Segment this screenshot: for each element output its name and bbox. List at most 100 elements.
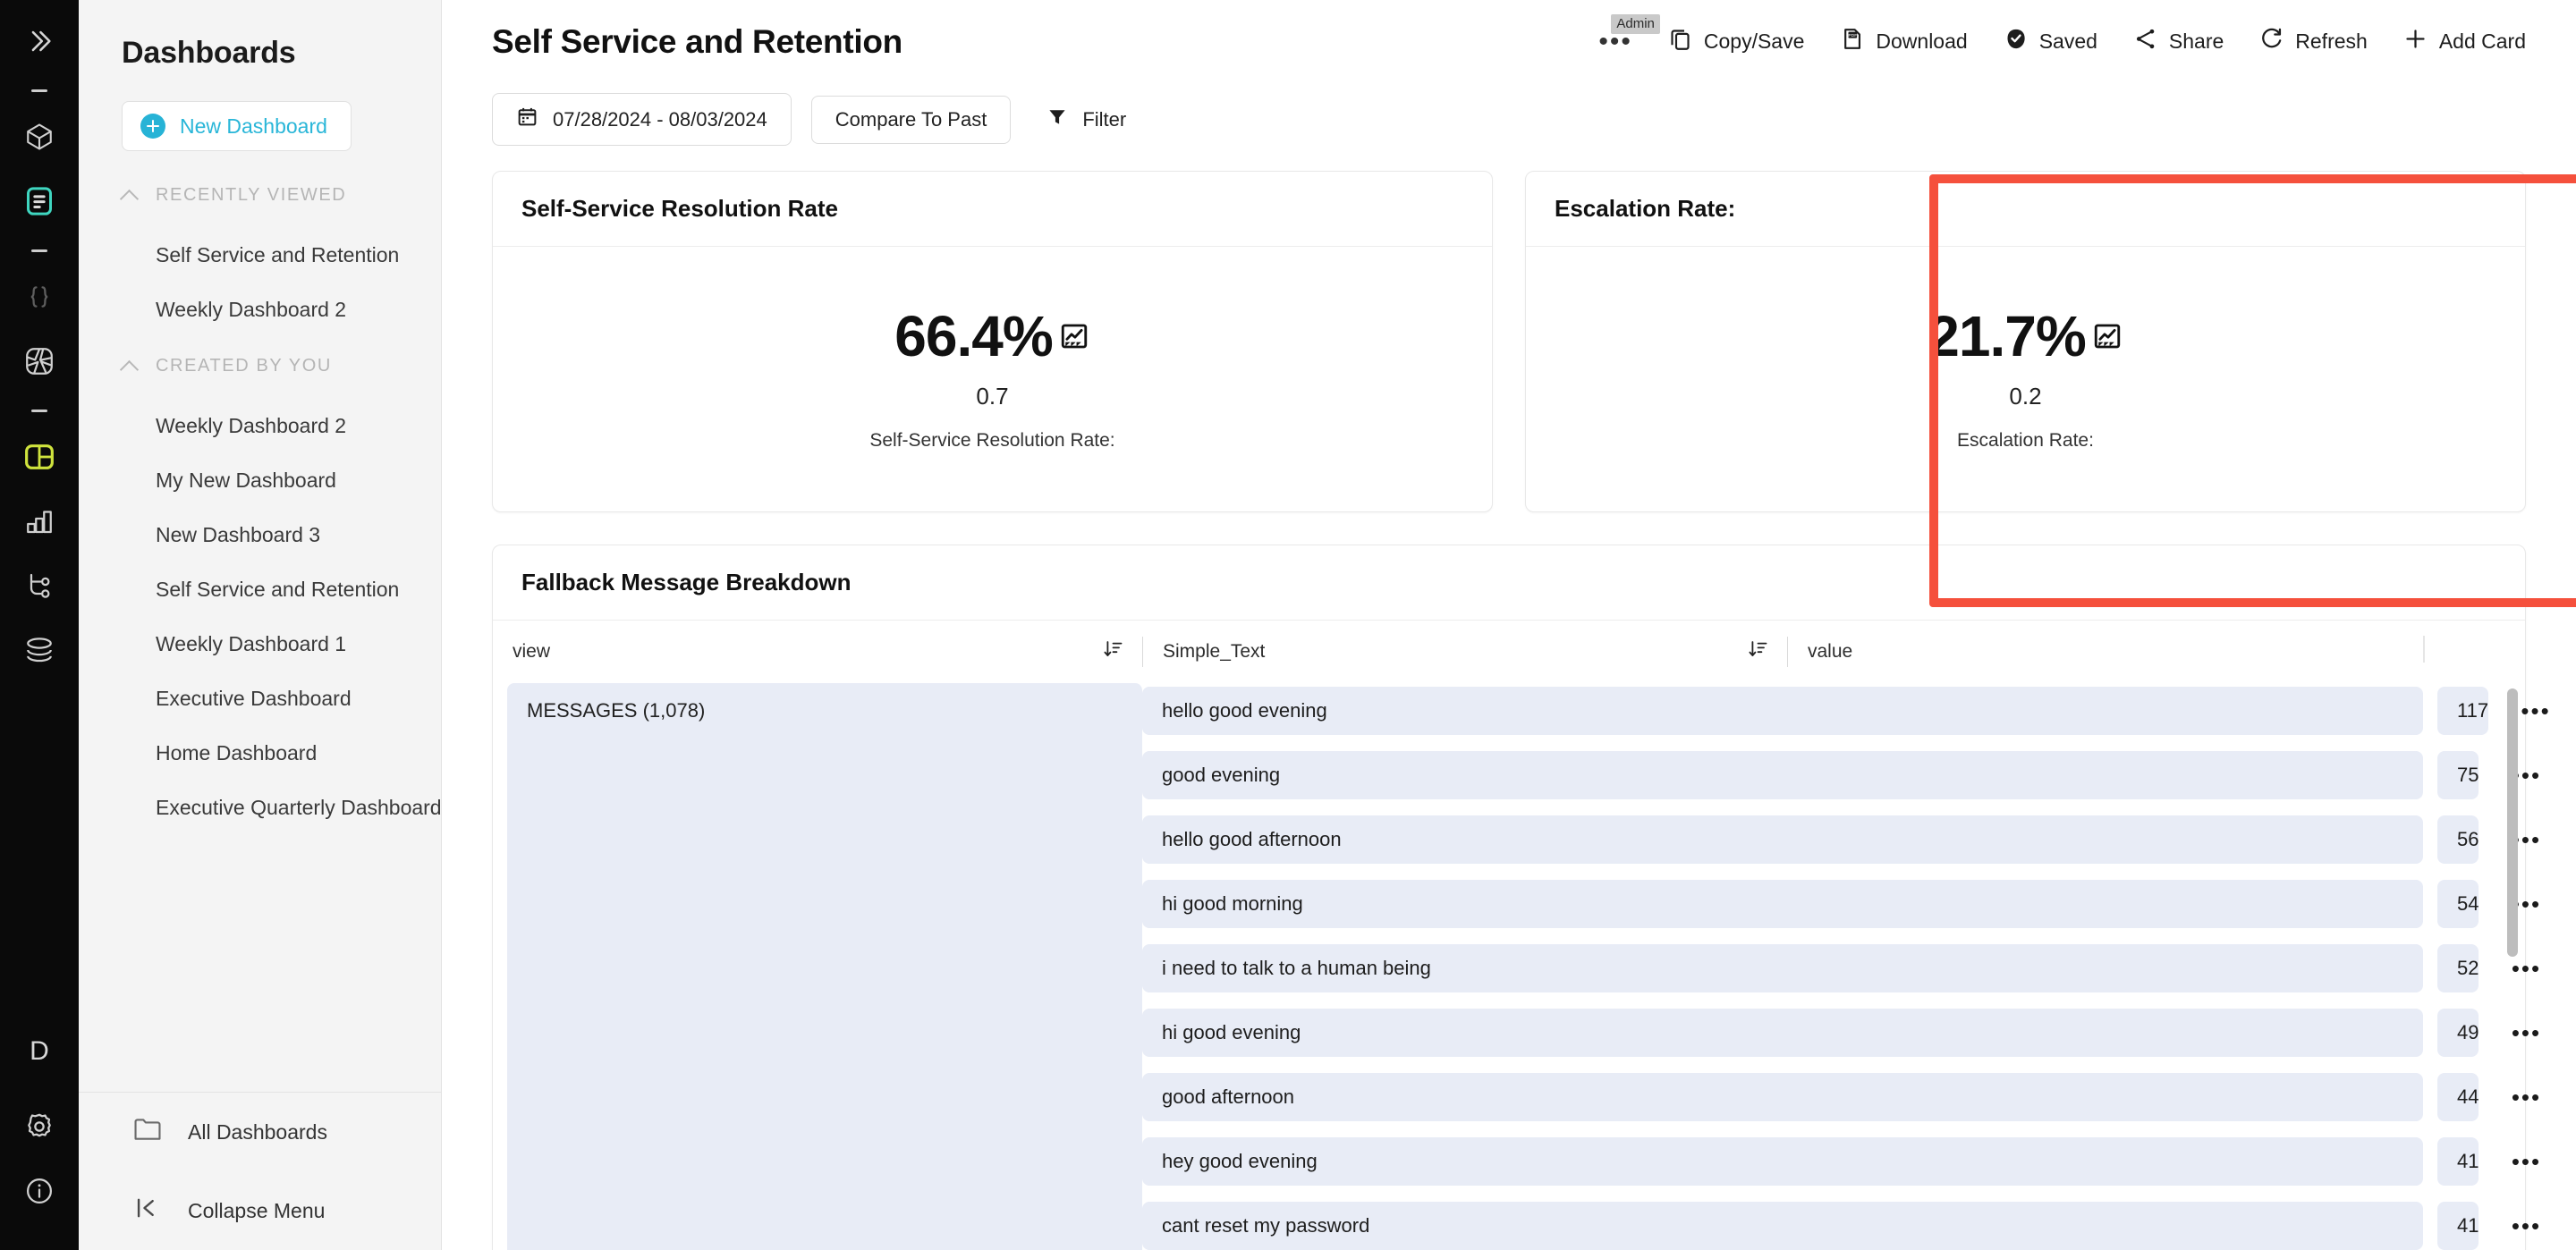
cell-simple-text: hi good evening	[1142, 1009, 2423, 1057]
table-row[interactable]: good afternoon 44 •••	[1142, 1069, 2539, 1125]
pdf-download-icon: PDF	[1840, 27, 1864, 56]
kpi-card-escalation-rate[interactable]: Escalation Rate: 21.7% 0.2 Escalation Ra…	[1525, 171, 2526, 512]
kpi-sub-value: 0.2	[2009, 382, 2042, 410]
sidebar-item-created-7[interactable]: Executive Quarterly Dashboard	[79, 796, 441, 820]
sidebar-item-created-0[interactable]: Weekly Dashboard 2	[79, 414, 441, 438]
plus-icon	[140, 114, 165, 139]
row-menu-icon[interactable]: •••	[2493, 1021, 2559, 1044]
table-row[interactable]: hey good evening 41 •••	[1142, 1134, 2539, 1189]
sidebar-item-created-4[interactable]: Weekly Dashboard 1	[79, 632, 441, 656]
filter-icon	[1046, 106, 1068, 133]
row-menu-icon[interactable]: •••	[2493, 892, 2559, 916]
avatar[interactable]: D	[11, 1023, 68, 1080]
sidebar-item-created-2[interactable]: New Dashboard 3	[79, 523, 441, 547]
layers-icon[interactable]	[11, 621, 68, 679]
column-resize-handle[interactable]	[2421, 634, 2427, 670]
section-label-created-by-you: CREATED BY YOU	[156, 356, 332, 376]
braces-icon[interactable]	[11, 268, 68, 325]
filter-bar: 07/28/2024 - 08/03/2024 Compare To Past …	[492, 61, 2526, 146]
table-row[interactable]: i need to talk to a human being 52 •••	[1142, 941, 2539, 996]
main-content: Self Service and Retention Admin ••• Cop…	[442, 0, 2576, 1250]
more-options-button[interactable]: Admin •••	[1598, 13, 1660, 55]
table-row[interactable]: hi good evening 49 •••	[1142, 1005, 2539, 1060]
filter-button[interactable]: Filter	[1030, 106, 1126, 133]
saved-label: Saved	[2038, 30, 2097, 53]
table-row[interactable]: good evening 75 •••	[1142, 747, 2539, 803]
row-menu-icon[interactable]: •••	[2493, 957, 2559, 980]
fallback-message-breakdown-card: Fallback Message Breakdown view Simple_T…	[492, 545, 2549, 1250]
sidebar-item-recent-0[interactable]: Self Service and Retention	[79, 243, 441, 267]
trend-chart-icon[interactable]	[1058, 320, 1090, 352]
row-menu-icon[interactable]: •••	[2493, 764, 2559, 787]
all-dashboards-button[interactable]: All Dashboards	[79, 1093, 441, 1171]
refresh-button[interactable]: Refresh	[2259, 27, 2368, 56]
column-header-value[interactable]: value	[1788, 621, 2445, 682]
filter-label: Filter	[1082, 107, 1127, 131]
sidebar-item-created-3[interactable]: Self Service and Retention	[79, 578, 441, 602]
info-icon[interactable]	[11, 1162, 68, 1220]
cube-icon[interactable]	[11, 108, 68, 165]
table-scrollbar[interactable]	[2507, 688, 2518, 1189]
new-dashboard-button[interactable]: New Dashboard	[122, 101, 352, 151]
kpi-card-self-service[interactable]: Self-Service Resolution Rate 66.4% 0.7 S…	[492, 171, 1493, 512]
share-button[interactable]: Share	[2133, 27, 2224, 56]
sidebar-item-created-6[interactable]: Home Dashboard	[79, 741, 441, 765]
table-row[interactable]: hello good afternoon 56 •••	[1142, 812, 2539, 867]
document-icon[interactable]	[11, 173, 68, 230]
cell-value: 52	[2437, 944, 2479, 992]
column-header-simple-text[interactable]: Simple_Text	[1143, 621, 1787, 682]
sidebar-section-created-by-you[interactable]: CREATED BY YOU	[79, 322, 441, 376]
dashboard-icon[interactable]	[11, 428, 68, 486]
main-header: Self Service and Retention Admin ••• Cop…	[442, 0, 2576, 146]
table-header-row: view Simple_Text value	[493, 621, 2525, 683]
all-dashboards-label: All Dashboards	[188, 1119, 327, 1144]
column-header-view[interactable]: view	[493, 621, 1142, 682]
table-scrollbar-thumb[interactable]	[2507, 688, 2518, 957]
share-icon	[2133, 27, 2157, 56]
cell-value: 75	[2437, 751, 2479, 799]
kpi-card-body: 21.7% 0.2 Escalation Rate:	[1526, 247, 2525, 511]
download-button[interactable]: PDF Download	[1840, 27, 1968, 56]
flow-icon[interactable]	[11, 557, 68, 614]
cell-simple-text: good evening	[1142, 751, 2423, 799]
chevron-up-icon	[122, 188, 138, 204]
table-row[interactable]: cant reset my password 41 •••	[1142, 1198, 2539, 1250]
column-header-view-label: view	[513, 640, 551, 662]
row-menu-icon[interactable]: •••	[2493, 1214, 2559, 1237]
sort-descending-icon[interactable]	[1748, 638, 1769, 665]
date-range-picker[interactable]: 07/28/2024 - 08/03/2024	[492, 93, 792, 146]
copy-save-button[interactable]: Copy/Save	[1668, 27, 1804, 56]
trend-chart-icon[interactable]	[2091, 320, 2123, 352]
row-menu-icon[interactable]: •••	[2493, 1085, 2559, 1109]
expand-sidebar-icon[interactable]	[11, 13, 68, 70]
saved-button[interactable]: Saved	[2004, 27, 2097, 56]
cell-simple-text: good afternoon	[1142, 1073, 2423, 1121]
sidebar-item-recent-1[interactable]: Weekly Dashboard 2	[79, 298, 441, 322]
sidebar-item-created-5[interactable]: Executive Dashboard	[79, 687, 441, 711]
rail-bottom-group: D	[11, 1023, 68, 1250]
add-card-button[interactable]: Add Card	[2403, 27, 2526, 56]
table-rows-column: hello good evening 117 ••• good evening …	[1142, 683, 2549, 1250]
share-label: Share	[2168, 30, 2224, 53]
table-row[interactable]: hi good morning 54 •••	[1142, 876, 2539, 932]
kpi-sub-value: 0.7	[976, 382, 1009, 410]
row-menu-icon[interactable]: •••	[2493, 828, 2559, 851]
rail-divider-3	[31, 410, 47, 412]
bar-chart-icon[interactable]	[11, 493, 68, 550]
row-menu-icon[interactable]: •••	[2493, 1150, 2559, 1173]
sort-descending-icon[interactable]	[1103, 638, 1124, 665]
gear-icon[interactable]	[11, 1098, 68, 1155]
compare-to-past-button[interactable]: Compare To Past	[810, 95, 1012, 144]
kpi-card-body: 66.4% 0.7 Self-Service Resolution Rate:	[493, 247, 1492, 511]
group-cell-messages[interactable]: MESSAGES (1,078)	[507, 683, 1142, 1250]
kpi-value: 21.7%	[1928, 303, 2086, 368]
cell-value: 41	[2437, 1137, 2479, 1186]
kpi-row: Self-Service Resolution Rate 66.4% 0.7 S…	[492, 171, 2526, 512]
sidebar-item-created-1[interactable]: My New Dashboard	[79, 469, 441, 493]
table-row[interactable]: hello good evening 117 •••	[1142, 683, 2549, 739]
refresh-label: Refresh	[2295, 30, 2368, 53]
collapse-menu-button[interactable]: Collapse Menu	[79, 1171, 441, 1250]
aperture-icon[interactable]	[11, 333, 68, 390]
rail-divider-1	[31, 89, 47, 92]
sidebar-section-recently-viewed[interactable]: RECENTLY VIEWED	[79, 151, 441, 206]
